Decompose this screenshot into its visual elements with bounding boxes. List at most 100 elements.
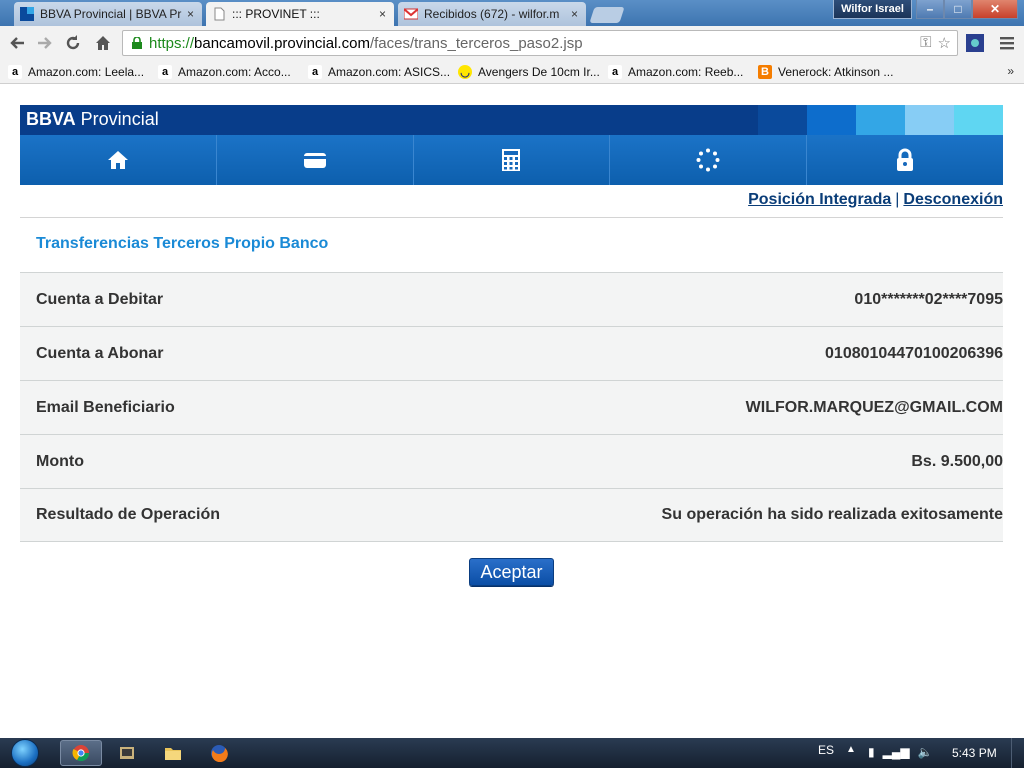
mercadolibre-icon: ◡ (458, 65, 472, 79)
reload-button[interactable] (62, 32, 84, 54)
amazon-icon: a (608, 65, 622, 79)
row-label: Cuenta a Debitar (36, 290, 164, 308)
battery-icon[interactable]: ▮ (868, 745, 875, 759)
hamburger-menu-icon (1000, 37, 1014, 50)
bookmarks-bar: a Amazon.com: Leela... a Amazon.com: Acco.… (0, 60, 1024, 84)
bookmark-label: Avengers De 10cm Ir... (478, 65, 600, 79)
taskbar-explorer[interactable] (106, 740, 148, 766)
profile-name[interactable]: Wilfor Israel (833, 0, 912, 19)
url-scheme: https:// (149, 34, 195, 52)
new-tab-button[interactable] (589, 7, 625, 23)
bookmark-label: Amazon.com: Reeb... (628, 65, 744, 79)
menu-security[interactable] (807, 135, 1003, 185)
table-row: Cuenta a Abonar 01080104470100206396 (20, 326, 1003, 380)
bbva-logo: BBVA Provincial (26, 109, 159, 129)
omnibox-icons: ⚿ ☆ (920, 34, 951, 52)
forward-arrow-icon (38, 37, 52, 49)
taskbar-chrome[interactable] (60, 740, 102, 766)
tab-gmail[interactable]: Recibidos (672) - wilfor.m × (398, 2, 586, 26)
desconexion-link[interactable]: Desconexión (903, 191, 1003, 208)
firefox-icon (211, 745, 228, 762)
bookmark-item[interactable]: a Amazon.com: Reeb... (608, 63, 743, 81)
show-desktop-button[interactable] (1011, 738, 1024, 768)
forward-button[interactable] (34, 32, 56, 54)
home-icon (107, 151, 128, 169)
home-icon (96, 36, 110, 50)
calculator-icon (502, 149, 521, 171)
main-menu (20, 135, 1003, 185)
posicion-integrada-link[interactable]: Posición Integrada (748, 191, 891, 208)
bookmark-label: Amazon.com: Leela... (28, 65, 145, 79)
table-row: Resultado de Operación Su operación ha s… (20, 488, 1003, 542)
star-icon[interactable]: ☆ (938, 34, 951, 52)
brand-header: BBVA Provincial (20, 105, 1003, 135)
language-indicator[interactable]: ES (818, 743, 834, 757)
page-title: Transferencias Terceros Propio Banco (36, 235, 329, 252)
row-value: Bs. 9.500,00 (911, 452, 1003, 470)
browser-titlebar: BBVA Provincial | BBVA Pr × ::: PROVINET… (0, 0, 1024, 26)
link-separator: | (895, 191, 900, 208)
back-button[interactable] (6, 32, 28, 54)
transfer-summary-table: Cuenta a Debitar 010*******02****7095 Cu… (20, 272, 1003, 542)
menu-calculator[interactable] (414, 135, 611, 185)
tab-label: BBVA Provincial | BBVA Pr (40, 7, 182, 21)
close-window-button[interactable]: ✕ (972, 0, 1018, 19)
row-value: 010*******02****7095 (854, 290, 1003, 308)
gmail-favicon-icon (404, 8, 418, 20)
table-row: Cuenta a Debitar 010*******02****7095 (20, 272, 1003, 326)
tab-close-icon[interactable]: × (379, 7, 386, 21)
tab-label: Recibidos (672) - wilfor.m (424, 7, 560, 21)
table-row: Email Beneficiario WILFOR.MARQUEZ@GMAIL.… (20, 380, 1003, 434)
menu-cards[interactable] (217, 135, 414, 185)
back-arrow-icon (10, 37, 24, 49)
folder-icon (165, 748, 181, 760)
taskbar-firefox[interactable] (198, 740, 240, 766)
extension-button[interactable] (964, 32, 986, 54)
minimize-button[interactable]: – (916, 0, 944, 19)
key-icon[interactable]: ⚿ (920, 34, 931, 52)
bookmark-item[interactable]: a Amazon.com: Leela... (8, 63, 144, 81)
taskbar-folder[interactable] (152, 740, 194, 766)
bbva-favicon-icon (20, 7, 34, 21)
bookmark-label: Amazon.com: ASICS... (328, 65, 451, 79)
tab-provinet[interactable]: ::: PROVINET ::: × (206, 2, 394, 26)
amazon-icon: a (308, 65, 322, 79)
bookmarks-overflow-button[interactable]: » (1007, 64, 1014, 78)
clock[interactable]: 5:43 PM (952, 746, 997, 760)
start-button[interactable] (4, 738, 46, 768)
address-bar[interactable]: https://bancamovil.provincial.com/faces/… (122, 30, 958, 56)
maximize-button[interactable]: □ (944, 0, 972, 19)
menu-loading[interactable] (610, 135, 808, 185)
divider (20, 217, 1003, 218)
volume-icon[interactable]: 🔈 (918, 745, 933, 759)
bookmark-item[interactable]: a Amazon.com: Acco... (158, 63, 291, 81)
show-hidden-icons-icon[interactable]: ▲ (846, 744, 856, 755)
menu-button[interactable] (996, 32, 1018, 54)
home-button[interactable] (92, 32, 114, 54)
top-links: Posición Integrada | Desconexión (748, 191, 1003, 209)
bookmark-item[interactable]: a Amazon.com: ASICS... (308, 63, 450, 81)
row-label: Resultado de Operación (36, 506, 221, 523)
aceptar-button[interactable]: Aceptar (469, 558, 554, 586)
windows-orb-icon (11, 739, 39, 767)
bookmark-item[interactable]: ◡ Avengers De 10cm Ir... (458, 63, 600, 81)
row-label: Monto (36, 452, 84, 470)
page-favicon-icon (214, 7, 225, 21)
tab-bbva-provincial[interactable]: BBVA Provincial | BBVA Pr × (14, 2, 202, 26)
amazon-icon: a (158, 65, 172, 79)
tab-close-icon[interactable]: × (187, 7, 194, 21)
menu-home[interactable] (20, 135, 217, 185)
lock-icon (132, 37, 142, 49)
chrome-icon (72, 745, 90, 762)
loading-icon (696, 148, 720, 172)
tab-close-icon[interactable]: × (571, 7, 578, 21)
card-icon (303, 153, 326, 168)
amazon-icon: a (8, 65, 22, 79)
bookmark-item[interactable]: B Venerock: Atkinson ... (758, 63, 893, 81)
table-row: Monto Bs. 9.500,00 (20, 434, 1003, 488)
row-label: Cuenta a Abonar (36, 344, 164, 362)
row-value: 01080104470100206396 (825, 344, 1003, 362)
url-host: bancamovil.provincial.com (194, 34, 370, 52)
network-icon[interactable]: ▂▄▆ (883, 745, 910, 759)
tray-icons: ▮ ▂▄▆ 🔈 (868, 745, 933, 759)
